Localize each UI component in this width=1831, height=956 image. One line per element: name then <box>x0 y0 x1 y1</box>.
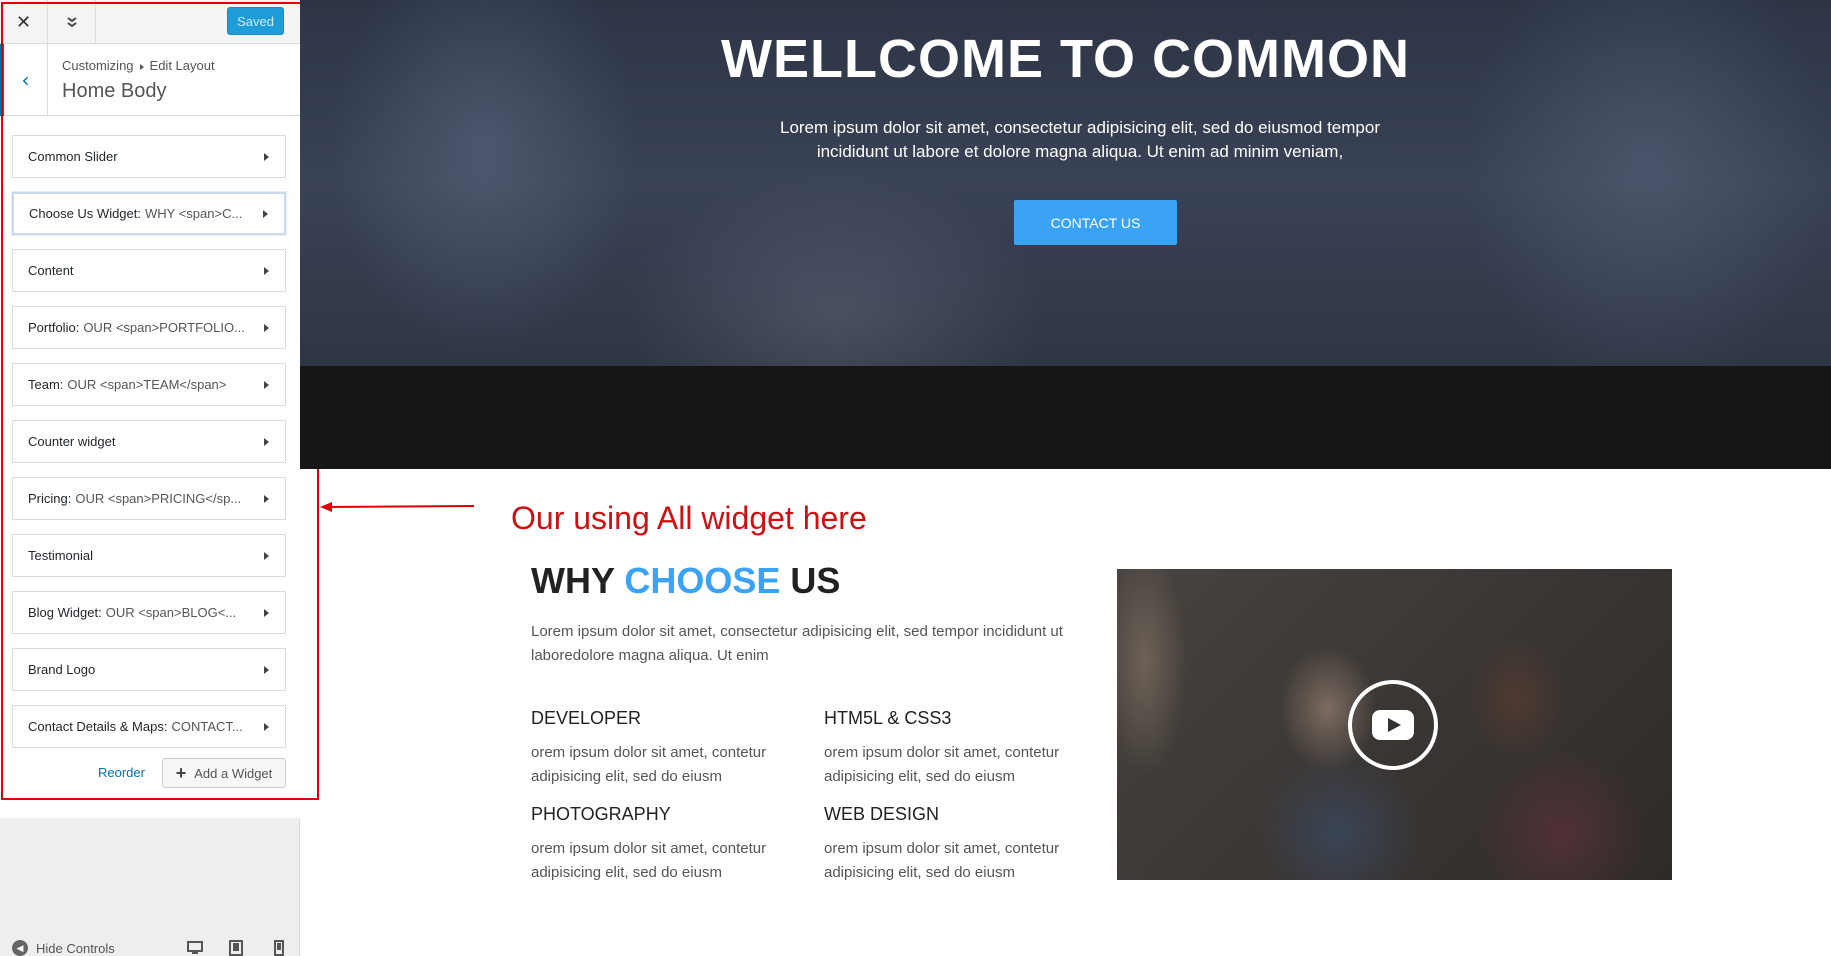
arrow-left-icon: ◀ <box>12 940 28 956</box>
youtube-icon <box>1372 710 1414 740</box>
hero-subtitle: Lorem ipsum dolor sit amet, consectetur … <box>779 118 1380 161</box>
annotation-box <box>1 2 319 800</box>
hide-controls-button[interactable]: ◀ Hide Controls <box>12 940 115 956</box>
tablet-icon[interactable] <box>228 940 244 956</box>
customizer-footer: ◀ Hide Controls <box>0 932 300 956</box>
annotation-text: Our using All widget here <box>511 500 867 536</box>
feature-text: orem ipsum dolor sit amet, contetur adip… <box>531 840 767 881</box>
annotation-arrow-icon <box>320 502 475 512</box>
hero-section: WELLCOME TO COMMON Lorem ipsum dolor sit… <box>300 0 1831 366</box>
feature-title: WEB DESIGN <box>824 804 940 824</box>
contact-us-button[interactable]: CONTACT US <box>1014 200 1177 245</box>
feature-text: orem ipsum dolor sit amet, contetur adip… <box>824 744 1060 785</box>
desktop-icon[interactable] <box>187 940 203 956</box>
why-description: Lorem ipsum dolor sit amet, consectetur … <box>531 623 1063 664</box>
why-choose-us-title: WHY CHOOSE US <box>531 560 840 602</box>
mobile-icon[interactable] <box>271 940 287 956</box>
feature-title: PHOTOGRAPHY <box>531 804 671 824</box>
feature-text: orem ipsum dolor sit amet, contetur adip… <box>531 744 767 785</box>
why-title-a: WHY <box>531 560 615 601</box>
hero-title: WELLCOME TO COMMON <box>721 29 1410 89</box>
why-title-b: US <box>790 560 841 601</box>
video-thumbnail[interactable] <box>1117 569 1672 880</box>
dark-band <box>300 366 1831 469</box>
feature-title: DEVELOPER <box>531 708 642 728</box>
why-title-accent: CHOOSE <box>624 560 781 601</box>
feature-title: HTM5L & CSS3 <box>824 708 952 728</box>
hide-controls-label: Hide Controls <box>36 940 115 956</box>
feature-text: orem ipsum dolor sit amet, contetur adip… <box>824 840 1060 881</box>
play-icon[interactable] <box>1348 680 1438 770</box>
